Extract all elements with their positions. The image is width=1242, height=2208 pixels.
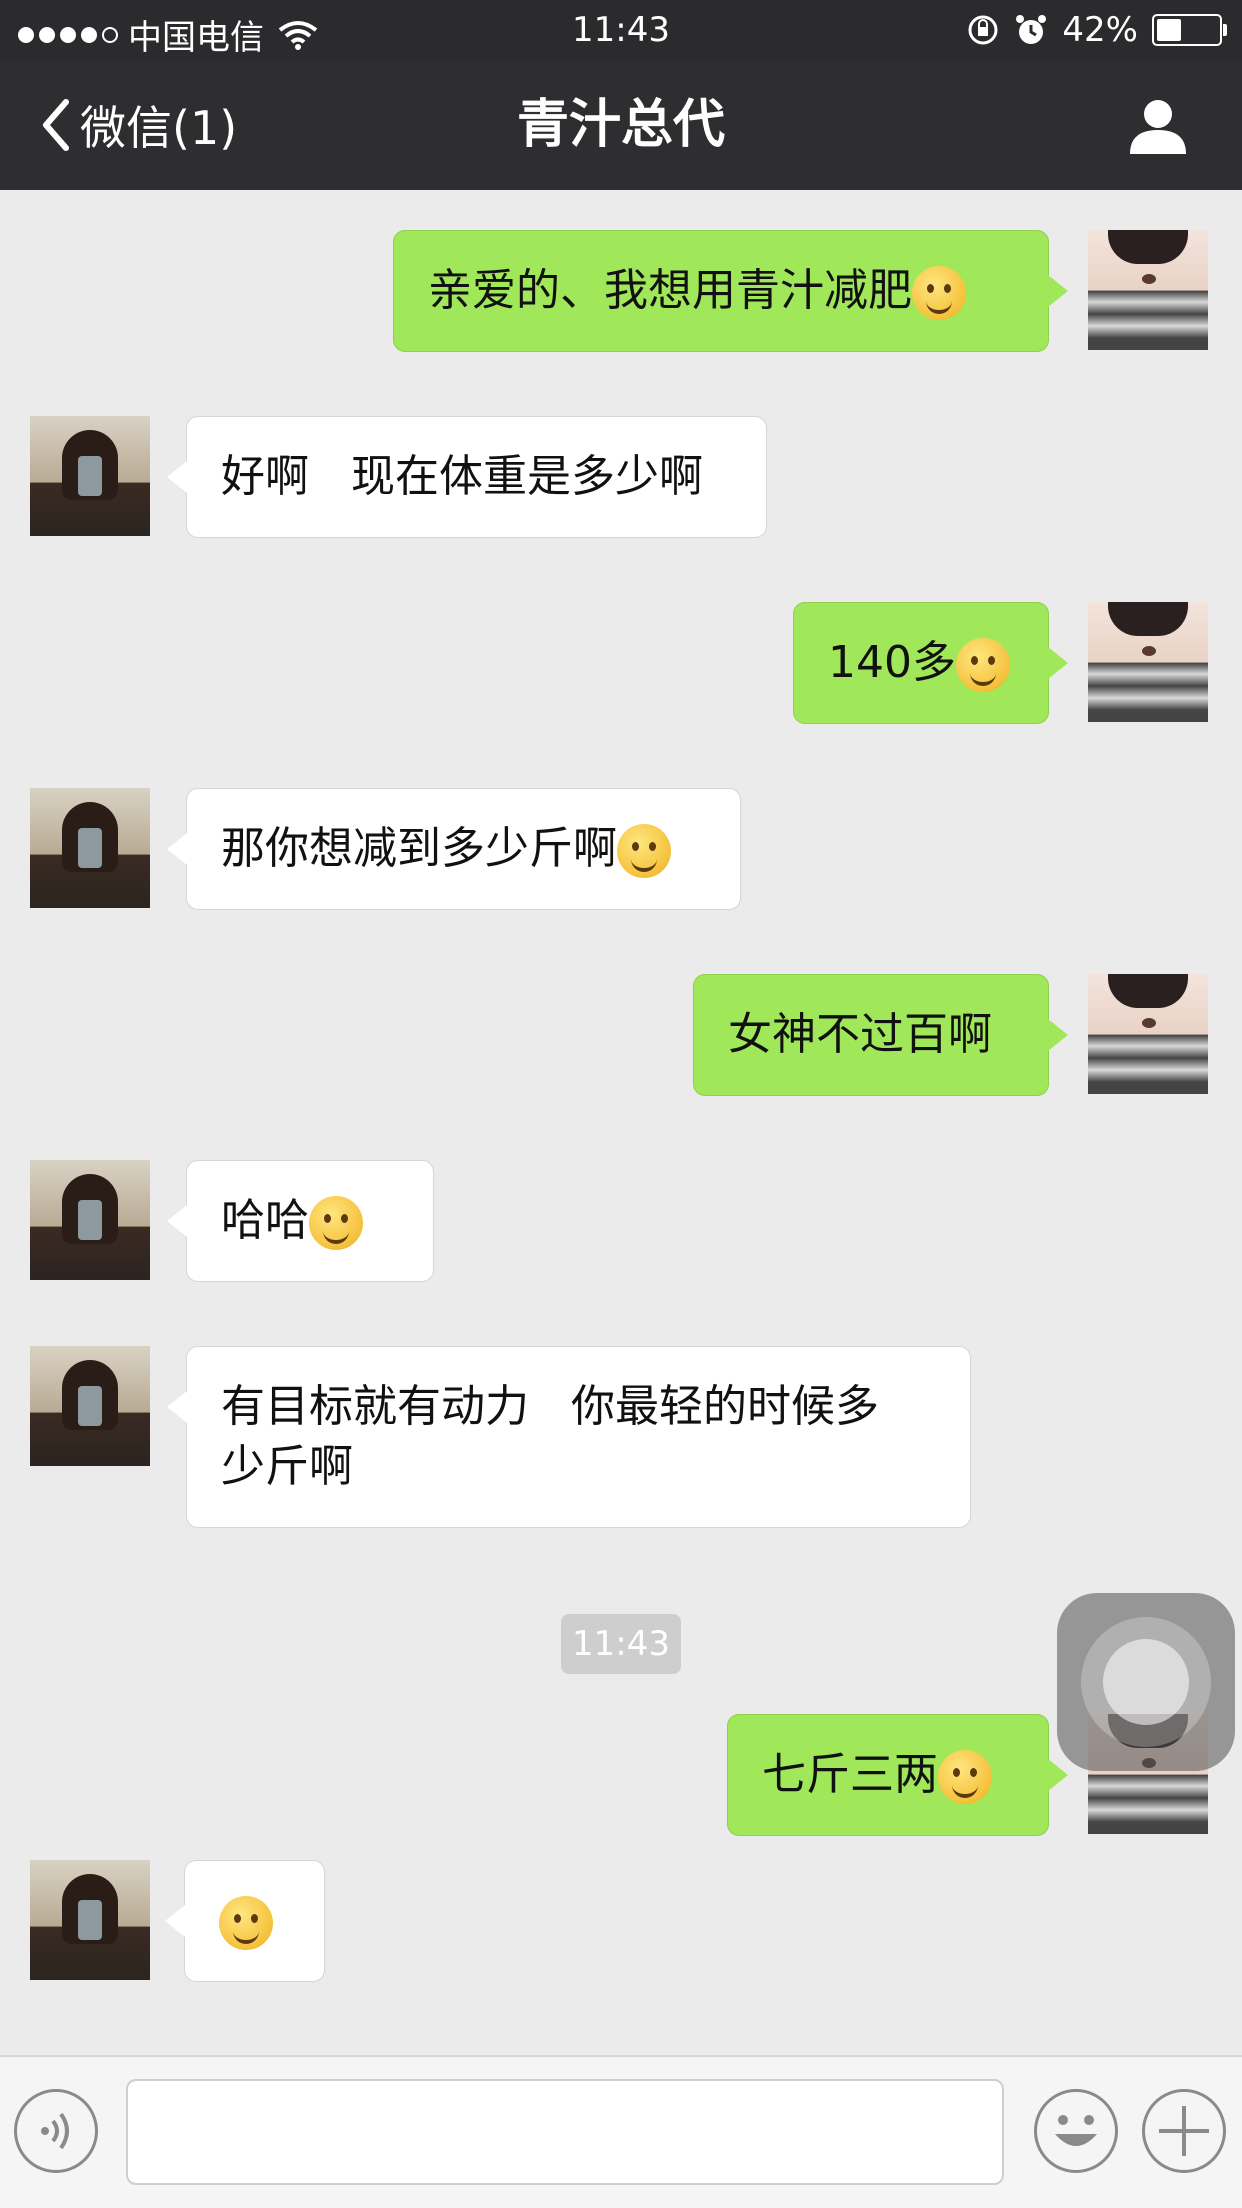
- message-bubble-sent[interactable]: 亲爱的、我想用青汁减肥: [393, 230, 1068, 352]
- navigation-bar: 微信(1) 青汁总代: [0, 60, 1242, 190]
- contact-avatar[interactable]: [30, 788, 150, 908]
- my-avatar[interactable]: [1088, 602, 1208, 722]
- battery-fill: [1157, 19, 1181, 41]
- input-bar: [0, 2055, 1242, 2208]
- message-text: 有目标就有动力 你最轻的时候多 少斤啊: [221, 1381, 879, 1492]
- message-text: 140多: [828, 637, 956, 688]
- status-right: 42%: [966, 10, 1227, 50]
- voice-button[interactable]: [14, 2089, 98, 2173]
- message-bubble-received[interactable]: 有目标就有动力 你最轻的时候多 少斤啊: [167, 1346, 971, 1528]
- sticker-button[interactable]: [1034, 2089, 1118, 2173]
- contact-avatar[interactable]: [30, 1160, 150, 1280]
- message-bubble-sent[interactable]: 七斤三两: [727, 1714, 1068, 1836]
- my-avatar[interactable]: [1088, 230, 1208, 350]
- message-text: 那你想减到多少斤啊: [221, 823, 617, 874]
- message-bubble-received[interactable]: 好啊 现在体重是多少啊: [167, 416, 767, 538]
- person-icon[interactable]: [1128, 96, 1188, 156]
- voice-icon: [41, 2112, 69, 2150]
- pleading-emoji: [955, 638, 1010, 692]
- chat-area[interactable]: 亲爱的、我想用青汁减肥 好啊 现在体重是多少啊 140多 那你想减到多少斤啊 女…: [0, 190, 1242, 2055]
- rotation-lock-icon: [968, 15, 998, 45]
- message-text: 好啊 现在体重是多少啊: [221, 451, 703, 502]
- plus-icon: [1159, 2106, 1209, 2156]
- contact-avatar[interactable]: [30, 416, 150, 536]
- message-bubble-received[interactable]: [165, 1860, 325, 1982]
- status-bar: 中国电信 11:43 42%: [0, 0, 1242, 60]
- smile-emoji: [617, 824, 671, 878]
- smiley-icon: [1055, 2115, 1097, 2146]
- more-button[interactable]: [1142, 2089, 1226, 2173]
- message-bubble-received[interactable]: 那你想减到多少斤啊: [167, 788, 741, 910]
- message-text: 七斤三两: [762, 1749, 938, 1800]
- message-input[interactable]: [126, 2079, 1004, 2185]
- message-bubble-received[interactable]: 哈哈: [167, 1160, 434, 1282]
- battery-icon: [1152, 14, 1227, 46]
- grin-emoji: [309, 1196, 363, 1250]
- message-text: 女神不过百啊: [728, 1009, 992, 1060]
- blush-smile-emoji: [912, 266, 966, 320]
- thinking-emoji: [219, 1896, 273, 1950]
- message-text: 哈哈: [221, 1195, 309, 1246]
- battery-percent: 42%: [1062, 10, 1138, 50]
- message-timestamp: 11:43: [561, 1614, 681, 1674]
- message-bubble-sent[interactable]: 女神不过百啊: [693, 974, 1068, 1096]
- my-avatar[interactable]: [1088, 974, 1208, 1094]
- assistive-touch-button[interactable]: [1057, 1593, 1235, 1771]
- chat-title: 青汁总代: [516, 95, 725, 155]
- alarm-icon: [1016, 15, 1047, 44]
- contact-avatar[interactable]: [30, 1346, 150, 1466]
- tears-of-joy-emoji: [938, 1750, 992, 1804]
- message-text: 亲爱的、我想用青汁减肥: [428, 265, 912, 316]
- contact-avatar[interactable]: [30, 1860, 150, 1980]
- message-bubble-sent[interactable]: 140多: [793, 602, 1068, 724]
